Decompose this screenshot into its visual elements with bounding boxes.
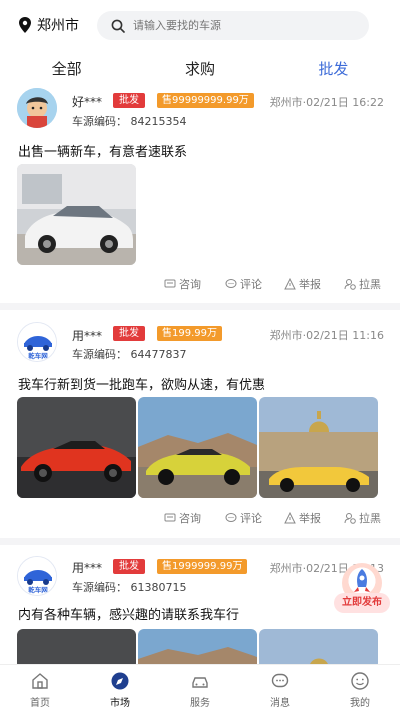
car-icon [192, 677, 208, 688]
car-photo[interactable] [259, 629, 378, 664]
tab-wanted[interactable]: 求购 [133, 50, 266, 86]
block-user-icon [344, 513, 356, 524]
car-photo[interactable] [138, 397, 257, 498]
top-bar: 郑州市 [0, 0, 400, 50]
chat-icon [164, 279, 176, 288]
nav-messages[interactable]: 消息 [240, 665, 320, 711]
comment-button[interactable]: 评论 [225, 510, 262, 526]
search-box[interactable] [97, 11, 369, 40]
price-tag: 售99999999.99万 [157, 93, 254, 108]
consult-button[interactable]: 咨询 [164, 276, 201, 292]
search-input[interactable] [133, 19, 333, 32]
price-tag: 售199.99万 [157, 326, 222, 341]
tab-wholesale[interactable]: 批发 [267, 50, 400, 86]
message-icon [271, 673, 289, 688]
compass-icon [111, 672, 129, 690]
car-photo[interactable] [259, 397, 378, 498]
wholesale-tag: 批发 [113, 559, 145, 574]
comment-icon [225, 279, 237, 288]
publish-label: 立即发布 [334, 593, 390, 613]
block-button[interactable]: 拉黑 [344, 510, 381, 526]
tab-all[interactable]: 全部 [0, 50, 133, 86]
car-photo[interactable] [138, 629, 257, 664]
report-button[interactable]: 举报 [284, 276, 321, 292]
report-button[interactable]: 举报 [284, 510, 321, 526]
chat-icon [164, 513, 176, 522]
post-card[interactable]: 好*** 批发 售99999999.99万 郑州市·02/21日 16:22 车… [0, 86, 400, 298]
avatar[interactable] [17, 88, 57, 128]
category-tabs: 全部 求购 批发 [0, 50, 400, 86]
location-time: 郑州市·02/21日 11:16 [269, 329, 384, 342]
comment-button[interactable]: 评论 [225, 276, 262, 292]
avatar[interactable]: 乾车网 [17, 322, 57, 362]
warning-icon [284, 278, 296, 290]
divider [0, 538, 400, 545]
publish-button[interactable]: 立即发布 [332, 563, 392, 615]
divider [0, 303, 400, 310]
nav-service[interactable]: 服务 [160, 665, 240, 711]
source-code: 车源编码： 64477837 [72, 348, 187, 361]
avatar[interactable]: 乾车网 [17, 556, 57, 596]
post-description: 我车行新到货一批跑车，欲购从速，有优惠 [18, 378, 266, 393]
nav-market[interactable]: 市场 [80, 665, 160, 711]
market-page: 郑州市 全部 求购 批发 好*** 批发 售99999999.99 [0, 0, 400, 711]
source-code: 车源编码： 84215354 [72, 115, 187, 128]
source-code: 车源编码： 61380715 [72, 581, 187, 594]
post-card[interactable]: 乾车网 用*** 批发 售199.99万 郑州市·02/21日 11:16 车源… [0, 318, 400, 536]
bottom-nav: 首页 市场 服务 消息 我的 [0, 664, 400, 711]
nav-home[interactable]: 首页 [0, 665, 80, 711]
city-name: 郑州市 [37, 18, 79, 34]
location-time: 郑州市·02/21日 16:22 [269, 96, 384, 109]
user-icon [351, 672, 369, 690]
username: 用*** [72, 329, 103, 343]
block-button[interactable]: 拉黑 [344, 276, 381, 292]
nav-profile[interactable]: 我的 [320, 665, 400, 711]
warning-icon [284, 512, 296, 524]
comment-icon [225, 513, 237, 522]
username: 用*** [72, 561, 103, 575]
avatar-brand-text: 乾车网 [28, 351, 48, 360]
wholesale-tag: 批发 [113, 326, 145, 341]
location-pin-icon [19, 17, 31, 33]
username: 好*** [72, 95, 103, 109]
wholesale-tag: 批发 [113, 93, 145, 108]
car-photo[interactable] [17, 629, 136, 664]
home-icon [32, 673, 48, 689]
avatar-brand-text: 乾车网 [28, 585, 48, 594]
post-description: 出售一辆新车，有意者速联系 [18, 145, 188, 160]
price-tag: 售1999999.99万 [157, 559, 248, 574]
search-icon [111, 19, 125, 33]
post-actions: 咨询 评论 举报 拉黑 [0, 276, 400, 296]
post-description: 内有各种车辆，感兴趣的请联系我车行 [18, 608, 240, 623]
consult-button[interactable]: 咨询 [164, 510, 201, 526]
car-photo[interactable] [17, 397, 136, 498]
car-photo[interactable] [17, 164, 136, 265]
post-actions: 咨询 评论 举报 拉黑 [0, 510, 400, 530]
block-user-icon [344, 279, 356, 290]
city-selector[interactable]: 郑州市 [18, 15, 102, 35]
